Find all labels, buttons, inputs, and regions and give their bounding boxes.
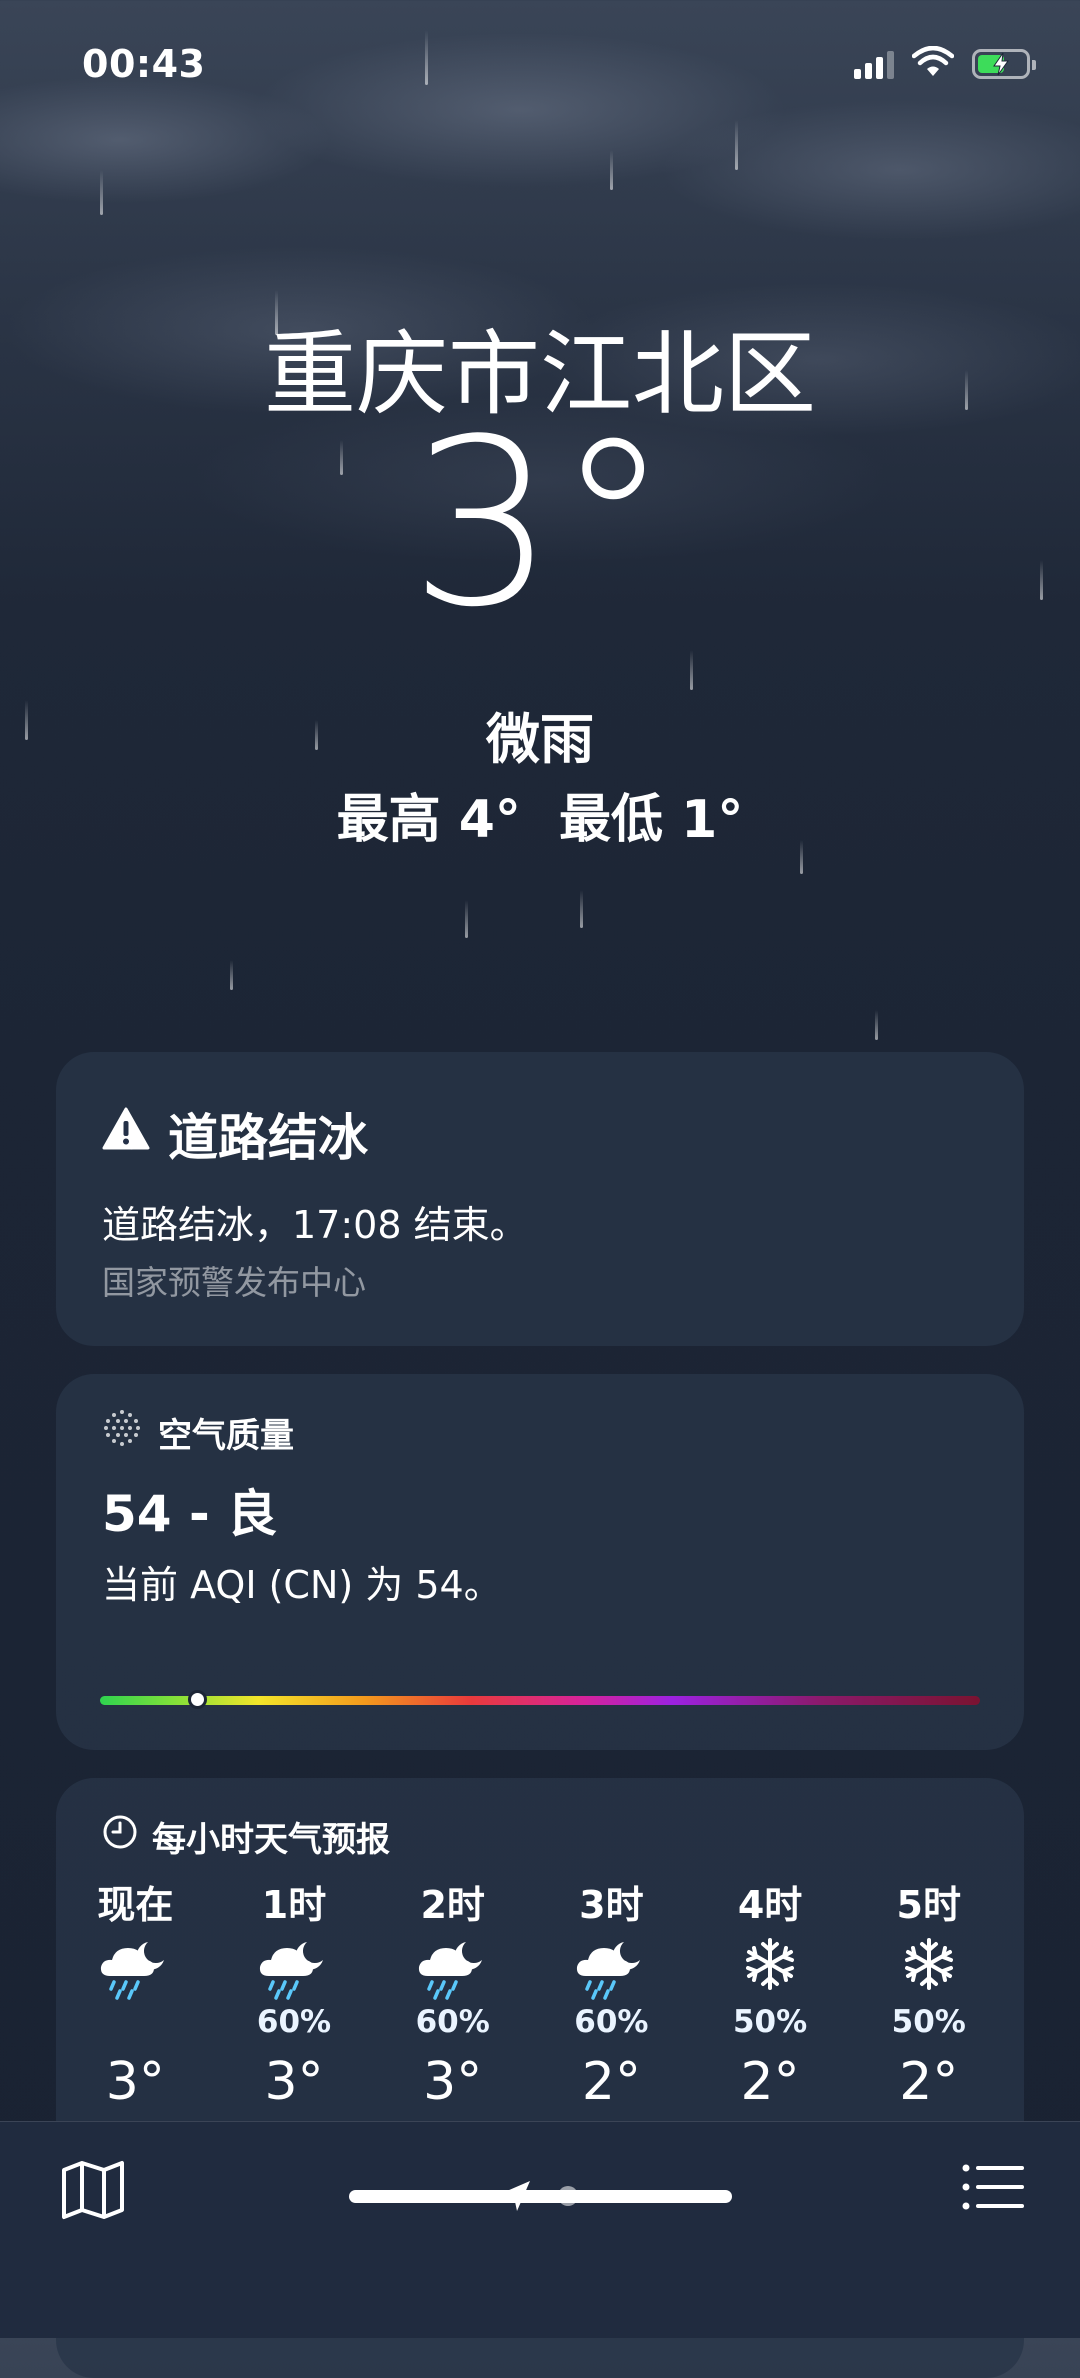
wifi-icon [911,45,955,82]
hour-label: 4时 [737,1883,803,1927]
hour-label: 1时 [261,1883,327,1927]
hourly-forecast-header: 每小时天气预报 [102,1812,390,1861]
snowflake-icon [849,1936,1008,2006]
air-quality-card[interactable]: 空气质量 54 - 良 当前 AQI (CN) 为 54。 [56,1374,1024,1750]
cloud-moon-rain-icon [215,1936,374,2006]
alert-title: 道路结冰 [168,1109,368,1167]
severe-weather-alert-card[interactable]: 道路结冰 道路结冰，17:08 结束。 国家预警发布中心 [56,1052,1024,1346]
high-low-temperature: 最高 4° 最低 1° [0,777,1080,852]
low-temperature: 最低 1° [559,790,744,850]
precipitation-chance: 60% [574,2004,649,2040]
cloud-moon-rain-icon [373,1936,532,2006]
hour-label: 5时 [896,1883,961,1927]
status-icons [854,45,1036,82]
alert-title-row: 道路结冰 [102,1098,368,1170]
hour-item: 1时 60% 3° [215,1874,374,2124]
city-list-icon[interactable] [962,2162,1026,2216]
hour-temperature: 2° [899,2052,959,2112]
precipitation-chance: 60% [415,2004,490,2040]
hour-item: 2时 60% 3° [373,1874,532,2124]
aqi-description: 当前 AQI (CN) 为 54。 [102,1563,502,1607]
hour-temperature: 3° [423,2052,483,2112]
alert-text: 道路结冰，17:08 结束。 [102,1203,528,1247]
precipitation-chance: 50% [732,2004,808,2040]
home-indicator[interactable] [349,2190,732,2203]
current-temperature: 3° [409,391,671,658]
cloud-moon-rain-icon [56,1936,215,2006]
clock-icon [102,1814,138,1859]
bottom-toolbar [0,2121,1080,2338]
status-time: 00:43 [82,42,206,86]
cloud-moon-rain-icon [532,1936,691,2006]
air-quality-icon [102,1408,142,1457]
alert-source: 国家预警发布中心 [102,1263,366,1302]
aqi-indicator-dot [187,1690,207,1709]
hourly-forecast-header-label: 每小时天气预报 [152,1820,390,1860]
air-quality-header: 空气质量 [102,1408,294,1457]
air-quality-header-label: 空气质量 [158,1416,294,1456]
precipitation-chance: 60% [256,2004,332,2040]
snowflake-icon [691,1936,850,2006]
hour-temperature: 2° [740,2052,800,2112]
warning-icon [102,1105,150,1163]
hour-item: 4时 50% 2° [691,1874,850,2124]
high-temperature: 最高 4° [336,790,521,850]
hour-item: 3时 60% 2° [532,1874,691,2124]
hour-temperature: 3° [264,2052,324,2112]
hour-label: 现在 [97,1883,174,1927]
hour-item: 5时 50% 2° [849,1874,1008,2124]
precipitation-chance: 50% [891,2004,966,2040]
hour-temperature: 2° [581,2052,641,2112]
hour-temperature: 3° [105,2052,165,2112]
hourly-forecast-list[interactable]: 现在 3° 1时 60% 3° 2时 60% 3° 3时 60% 2° 4时 5… [56,1874,1024,2124]
battery-icon [972,49,1036,79]
hour-item: 现在 3° [56,1874,215,2124]
weather-condition: 微雨 [486,708,594,771]
hour-label: 3时 [579,1883,644,1927]
hour-label: 2时 [420,1883,485,1927]
cellular-signal-icon [854,49,894,79]
map-icon[interactable] [58,2158,128,2226]
aqi-value: 54 - 良 [102,1485,278,1543]
aqi-scale-bar [100,1696,980,1705]
